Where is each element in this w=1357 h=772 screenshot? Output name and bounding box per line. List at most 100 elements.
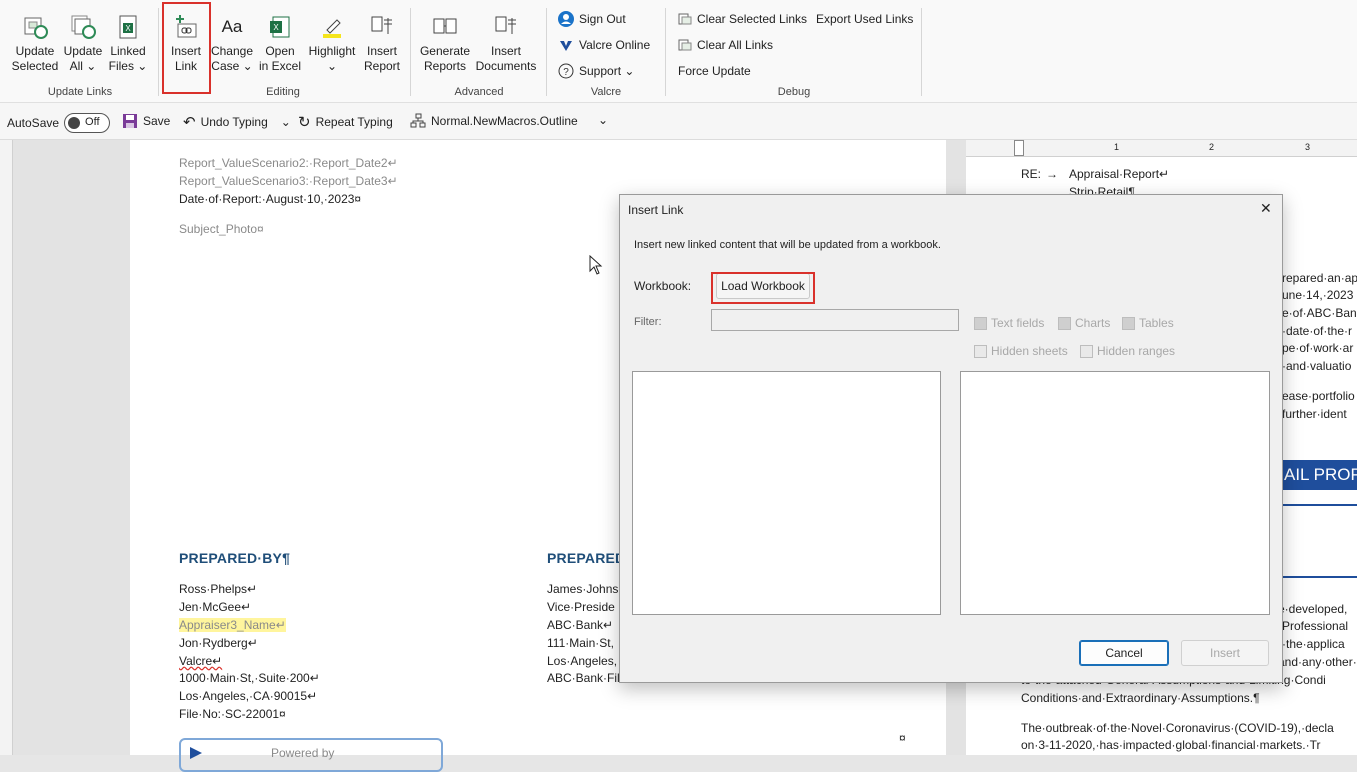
- update-selected-label: Update Selected: [11, 44, 59, 73]
- clear-selected-links-label: Clear Selected Links: [697, 12, 808, 26]
- text-fields-checkbox[interactable]: Text fields: [974, 316, 1044, 330]
- workbook-items-list[interactable]: [632, 371, 941, 615]
- workbook-label: Workbook:: [634, 279, 692, 293]
- vertical-ruler: [0, 140, 13, 755]
- undo-button[interactable]: ↶ Undo Typing ⌄: [183, 113, 291, 131]
- checkbox-box: [974, 316, 987, 330]
- save-icon: [123, 114, 137, 128]
- tab-arrow: →: [1046, 167, 1058, 181]
- highlight-icon: [323, 19, 341, 38]
- ruler-number: 2: [1209, 142, 1215, 152]
- close-icon[interactable]: ✕: [1260, 200, 1272, 217]
- force-update-label: Force Update: [678, 64, 751, 78]
- customize-toolbar-icon[interactable]: ⌄: [598, 113, 608, 127]
- group-label-editing: Editing: [266, 86, 300, 98]
- support-button[interactable]: ? Support ⌄: [558, 63, 634, 79]
- subject-photo: Subject_Photo¤: [179, 222, 264, 236]
- toggle-knob: [68, 117, 81, 129]
- body-snippet: une·14,·2023: [1282, 288, 1354, 302]
- body-snippet: ease·portfolio: [1282, 389, 1355, 403]
- undo-dropdown-icon[interactable]: ⌄: [281, 115, 291, 129]
- highlight-button[interactable]: Highlight ⌄: [304, 14, 360, 74]
- help-icon: ?: [558, 63, 574, 79]
- sign-out-label: Sign Out: [579, 12, 626, 26]
- valcre-online-label: Valcre Online: [579, 38, 651, 52]
- body-paragraph: Conditions·and·Extraordinary·Assumptions…: [1021, 691, 1260, 705]
- re-label: RE:: [1021, 167, 1042, 181]
- macro-icon: [410, 113, 426, 128]
- export-used-links-label: Export Used Links: [816, 12, 914, 26]
- preview-list[interactable]: [960, 371, 1270, 615]
- powered-by-badge: Powered by: [179, 738, 443, 772]
- clear-all-links-button[interactable]: Clear All Links: [678, 38, 773, 52]
- cancel-button[interactable]: Cancel: [1079, 640, 1169, 666]
- change-case-label: Change Case ⌄: [210, 44, 254, 73]
- filter-input[interactable]: [711, 309, 959, 331]
- generate-reports-button[interactable]: Generate Reports: [418, 14, 472, 74]
- change-case-icon: Aa: [221, 17, 243, 36]
- prepared-for-line: ABC·Bank↵: [547, 618, 614, 632]
- group-label-valcre: Valcre: [590, 86, 622, 98]
- charts-checkbox[interactable]: Charts: [1058, 316, 1110, 330]
- excel-file-icon: X: [119, 15, 137, 39]
- re-value: Appraisal·Report↵: [1069, 167, 1170, 181]
- dialog-description: Insert new linked content that will be u…: [634, 239, 941, 251]
- clear-selected-links-button[interactable]: Clear Selected Links: [678, 12, 807, 26]
- tables-checkbox[interactable]: Tables: [1122, 316, 1174, 330]
- force-update-button[interactable]: Force Update: [678, 64, 751, 78]
- prepared-for-line: Los·Angeles,: [547, 654, 618, 668]
- body-snippet: ·Professional: [1278, 619, 1349, 633]
- sign-out-button[interactable]: Sign Out: [558, 11, 626, 27]
- repeat-icon: ↻: [298, 114, 311, 131]
- update-all-label: Update All ⌄: [63, 44, 103, 73]
- autosave-state: Off: [85, 116, 100, 128]
- clear-links-icon: [678, 13, 692, 25]
- prepared-for-line: James·Johns: [547, 582, 619, 596]
- prepared-by-heading: PREPARED·BY¶: [179, 550, 291, 566]
- insert-documents-button[interactable]: Insert Documents: [474, 14, 538, 74]
- insert-report-button[interactable]: Insert Report: [360, 14, 404, 74]
- checkbox-box: [1080, 344, 1093, 358]
- insert-documents-icon: [495, 16, 516, 34]
- open-in-excel-button[interactable]: X Open in Excel: [256, 14, 304, 74]
- hidden-sheets-checkbox[interactable]: Hidden sheets: [974, 344, 1068, 358]
- insert-button[interactable]: Insert: [1181, 640, 1269, 666]
- text-fields-label: Text fields: [991, 316, 1045, 330]
- update-selected-button[interactable]: Update Selected: [10, 14, 60, 74]
- group-separator: [665, 8, 666, 96]
- group-label-debug: Debug: [777, 86, 811, 98]
- ruler-number: 1: [1114, 142, 1120, 152]
- export-used-links-button[interactable]: Export Used Links: [816, 12, 913, 26]
- update-all-button[interactable]: Update All ⌄: [60, 14, 106, 74]
- autosave: AutoSave Off: [7, 113, 111, 133]
- hidden-ranges-checkbox[interactable]: Hidden ranges: [1080, 344, 1175, 358]
- linked-files-button[interactable]: X Linked Files ⌄: [106, 14, 150, 74]
- save-button[interactable]: Save: [122, 113, 170, 129]
- valcre-online-button[interactable]: Valcre Online: [558, 37, 650, 53]
- group-separator: [410, 8, 411, 96]
- support-label: Support ⌄: [579, 64, 635, 78]
- report-value-scenario2: Report_ValueScenario2:·Report_Date2↵: [179, 156, 398, 170]
- prepared-by-line: Los·Angeles,·CA·90015↵: [179, 689, 318, 703]
- prepared-by-line: Jen·McGee↵: [179, 600, 252, 614]
- excel-icon: X: [270, 16, 290, 38]
- save-label: Save: [143, 114, 171, 128]
- undo-icon: ↶: [183, 114, 196, 131]
- macro-button[interactable]: Normal.NewMacros.Outline: [410, 113, 578, 129]
- indent-marker[interactable]: [1014, 140, 1024, 156]
- section-rule: [1280, 504, 1357, 506]
- ribbon: Update Selected Update All ⌄ X Linked Fi…: [0, 0, 1357, 103]
- generate-reports-label: Generate Reports: [419, 44, 471, 73]
- autosave-toggle[interactable]: Off: [64, 113, 111, 133]
- charts-label: Charts: [1075, 316, 1111, 330]
- generate-reports-icon: [433, 18, 457, 34]
- filter-label: Filter:: [634, 316, 662, 328]
- svg-text:X: X: [273, 23, 279, 32]
- repeat-button[interactable]: ↻ Repeat Typing: [298, 113, 393, 131]
- change-case-button[interactable]: Aa Change Case ⌄: [210, 14, 254, 74]
- checkbox-box: [1122, 316, 1135, 330]
- insert-link-highlight: [162, 2, 211, 94]
- clear-all-links-label: Clear All Links: [697, 38, 774, 52]
- section-banner-text: AIL PROP: [1284, 465, 1357, 484]
- insert-report-icon: [371, 16, 392, 34]
